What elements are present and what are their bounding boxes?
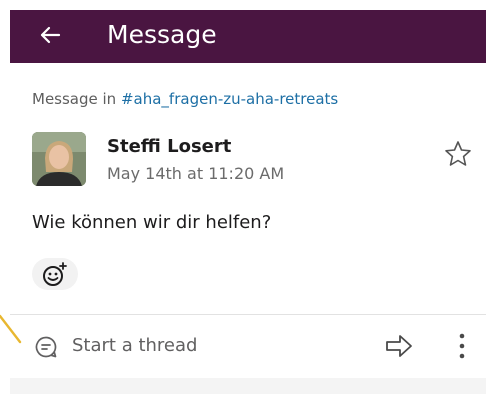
message-timestamp: May 14th at 11:20 AM [107, 164, 285, 183]
avatar-photo [32, 132, 86, 186]
page-title: Message [107, 20, 217, 49]
star-button[interactable] [443, 139, 473, 169]
channel-link[interactable]: #aha_fragen-zu-aha-retreats [121, 90, 338, 108]
pointer-arrow-icon [0, 314, 22, 344]
start-thread-input[interactable]: Start a thread [72, 335, 197, 356]
message-context: Message in #aha_fragen-zu-aha-retreats [32, 90, 338, 108]
back-button[interactable] [36, 21, 64, 49]
thread-bubble-icon [35, 336, 57, 358]
app-header: Message [10, 10, 486, 63]
arrow-left-icon [40, 26, 61, 44]
share-arrow-icon[interactable] [384, 333, 414, 359]
message-detail-screen: Message Message in #aha_fragen-zu-aha-re… [10, 10, 486, 394]
add-reaction-icon [43, 262, 67, 286]
more-vertical-icon[interactable] [456, 331, 468, 361]
avatar[interactable] [32, 132, 86, 186]
add-reaction-button[interactable] [32, 258, 78, 290]
context-prefix: Message in [32, 90, 117, 108]
message-text: Wie können wir dir helfen? [32, 212, 272, 233]
footer-strip [10, 378, 486, 394]
author-name[interactable]: Steffi Losert [107, 136, 231, 157]
star-icon [445, 141, 471, 166]
thread-bar: Start a thread [10, 315, 486, 377]
